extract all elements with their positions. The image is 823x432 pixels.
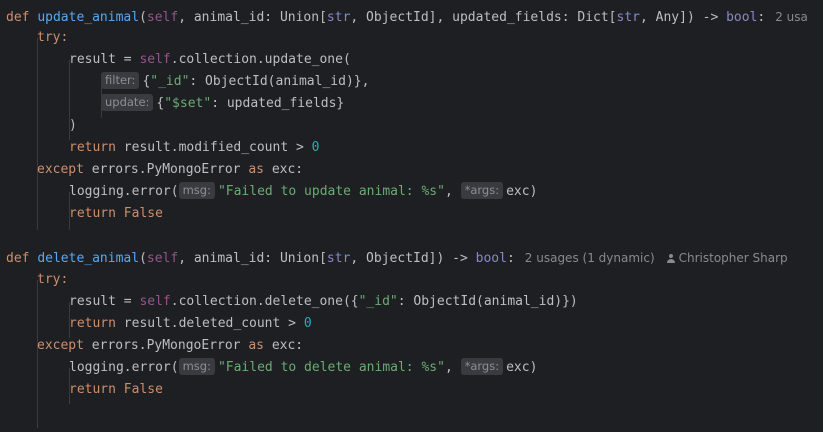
- keyword-try: try:: [37, 272, 69, 287]
- keyword-except: except: [37, 162, 84, 177]
- collection-call: .collection.update_one(: [170, 52, 351, 67]
- return-expr: result.deleted_count >: [115, 316, 304, 331]
- msg-param-hint: msg:: [178, 358, 215, 375]
- log-call: logging.error(: [69, 184, 179, 199]
- keyword-def: def: [6, 251, 30, 266]
- type-str: str: [616, 10, 640, 25]
- code-line-return[interactable]: return result.modified_count > 0: [69, 137, 319, 159]
- type-bool: bool: [726, 10, 758, 25]
- result-assign: result =: [69, 52, 140, 67]
- number-literal: 0: [311, 140, 320, 155]
- type-str: str: [326, 10, 351, 25]
- usages-hint[interactable]: 2 usages (1 dynamic): [525, 251, 655, 265]
- param-text: , ObjectId], updated_fields: Dict[: [350, 10, 617, 25]
- except-expr: errors.PyMongoError: [83, 338, 249, 353]
- log-args: exc): [506, 184, 538, 199]
- code-line-def-update[interactable]: def update_animal(self, animal_id: Union…: [6, 6, 808, 28]
- number-literal: 0: [303, 316, 312, 331]
- param-text: , Any]) ->: [640, 10, 727, 25]
- code-line-def-delete[interactable]: def delete_animal(self, animal_id: Union…: [6, 247, 788, 269]
- filter-value: : ObjectId(animal_id)}): [397, 294, 578, 309]
- keyword-false: False: [115, 382, 163, 397]
- args-param-hint: *args:: [460, 182, 504, 199]
- type-str: str: [326, 251, 351, 266]
- self-ref: self: [139, 294, 171, 309]
- keyword-try: try:: [37, 30, 69, 45]
- except-expr: errors.PyMongoError: [83, 162, 249, 177]
- comma: ,: [444, 360, 461, 375]
- code-line-return-false[interactable]: return False: [69, 379, 163, 401]
- type-bool: bool: [475, 251, 507, 266]
- code-line-except[interactable]: except errors.PyMongoError as exc:: [37, 335, 303, 357]
- keyword-except: except: [37, 338, 84, 353]
- log-call: logging.error(: [69, 360, 179, 375]
- colon: :: [757, 10, 766, 25]
- comma: ,: [444, 184, 461, 199]
- keyword-return: return: [69, 382, 116, 397]
- msg-param-hint: msg:: [178, 182, 215, 199]
- author-hint[interactable]: Christopher Sharp: [679, 251, 788, 265]
- log-message-string: "Failed to delete animal: %s": [217, 360, 445, 375]
- self-param: self: [146, 251, 179, 266]
- keyword-as: as: [248, 162, 264, 177]
- code-line-logging[interactable]: logging.error(msg: "Failed to delete anim…: [69, 357, 537, 379]
- filter-param-hint: filter:: [101, 72, 140, 89]
- exc-var: exc:: [264, 338, 304, 353]
- log-args: exc): [506, 360, 538, 375]
- function-name[interactable]: delete_animal: [37, 251, 139, 266]
- code-line-logging[interactable]: logging.error(msg: "Failed to update anim…: [69, 181, 537, 203]
- update-value: : updated_fields}: [211, 96, 345, 111]
- collection-call: .collection.delete_one({: [170, 294, 359, 309]
- code-line-try[interactable]: try:: [37, 269, 68, 291]
- keyword-def: def: [6, 10, 30, 25]
- param-text: , animal_id: Union[: [178, 251, 327, 266]
- self-param: self: [146, 10, 179, 25]
- keyword-false: False: [115, 206, 163, 221]
- indent-guide: [37, 38, 38, 230]
- keyword-return: return: [69, 206, 116, 221]
- result-assign: result =: [69, 294, 140, 309]
- colon: :: [506, 251, 515, 266]
- code-line-delete-call[interactable]: result = self.collection.delete_one({"_i…: [69, 291, 578, 313]
- open-paren: (: [139, 10, 147, 25]
- exc-var: exc:: [264, 162, 304, 177]
- self-ref: self: [139, 52, 171, 67]
- code-editor[interactable]: def update_animal(self, animal_id: Union…: [0, 0, 823, 432]
- string-key: "$set": [164, 96, 212, 111]
- code-line-return-false[interactable]: return False: [69, 203, 163, 225]
- code-line-try[interactable]: try:: [37, 27, 68, 49]
- keyword-return: return: [69, 140, 116, 155]
- return-expr: result.modified_count >: [115, 140, 312, 155]
- person-icon: [666, 254, 675, 263]
- update-param-hint: update:: [101, 94, 154, 111]
- code-line-except[interactable]: except errors.PyMongoError as exc:: [37, 159, 303, 181]
- keyword-as: as: [248, 338, 264, 353]
- log-message-string: "Failed to update animal: %s": [217, 184, 445, 199]
- string-key: "_id": [358, 294, 398, 309]
- filter-value: : ObjectId(animal_id)},: [189, 74, 370, 89]
- code-line-return[interactable]: return result.deleted_count > 0: [69, 313, 312, 335]
- string-key: "_id": [150, 74, 190, 89]
- open-paren: (: [139, 251, 147, 266]
- param-text: , ObjectId]) ->: [350, 251, 476, 266]
- function-name[interactable]: update_animal: [37, 10, 139, 25]
- usages-hint[interactable]: 2 usa: [775, 10, 808, 24]
- keyword-return: return: [69, 316, 116, 331]
- code-line-filter-arg[interactable]: filter: {"_id": ObjectId(animal_id)},: [101, 71, 369, 93]
- param-text: , animal_id: Union[: [178, 10, 327, 25]
- args-param-hint: *args:: [460, 358, 504, 375]
- code-line-close-paren[interactable]: ): [69, 115, 77, 137]
- close-paren: ): [69, 118, 77, 133]
- code-line-update-call[interactable]: result = self.collection.update_one(: [69, 49, 351, 71]
- code-line-update-arg[interactable]: update: {"$set": updated_fields}: [101, 93, 344, 115]
